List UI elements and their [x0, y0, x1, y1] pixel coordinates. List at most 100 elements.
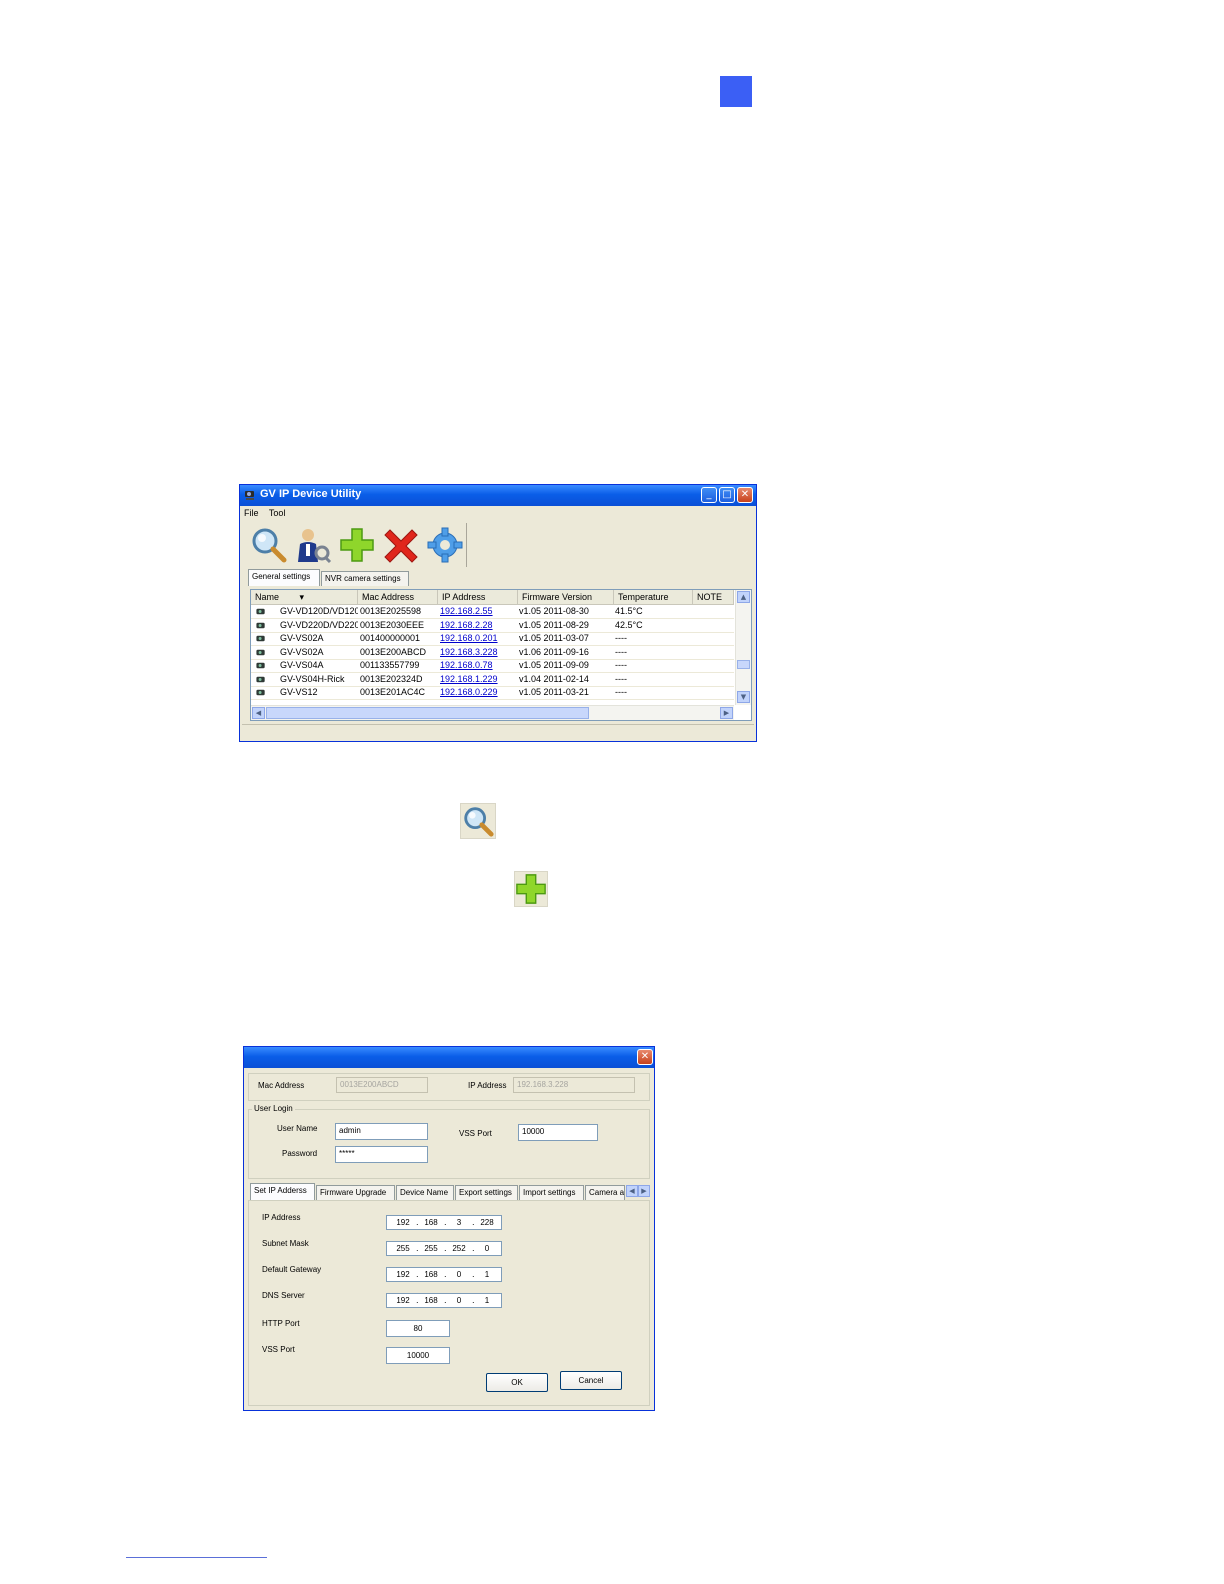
delete-icon[interactable] [382, 526, 420, 564]
cell-mac: 0013E200ABCD [360, 646, 427, 657]
table-row[interactable]: GV-VS02A 001400000001 192.168.0.201 v1.05 2… [251, 632, 734, 646]
ip-octet[interactable]: 192 [393, 1216, 413, 1230]
table-row[interactable]: GV-VS04A 001133557799 192.168.0.78 v1.05 20… [251, 659, 734, 673]
column-temperature[interactable]: Temperature [614, 590, 693, 604]
ip-octet[interactable]: 192 [393, 1268, 413, 1282]
cancel-button[interactable]: Cancel [560, 1371, 622, 1390]
cell-name: GV-VS04A [280, 660, 324, 670]
menu-file[interactable]: File [244, 508, 259, 518]
device-icon [256, 649, 265, 655]
cell-ip[interactable]: 192.168.1.229 [440, 673, 518, 686]
close-button[interactable]: ✕ [737, 487, 753, 503]
table-row[interactable]: GV-VD220D/VD220 0013E2030EEE 192.168.2.28 v… [251, 619, 734, 633]
ip-address-label: IP Address [468, 1081, 507, 1090]
gear-icon[interactable] [426, 526, 464, 564]
cell-name: GV-VD220D/VD220 [280, 619, 358, 630]
title-bar[interactable]: GV IP Device Utility _ □ ✕ [240, 485, 756, 506]
ip-address-input[interactable]: 192. 168. 0. 1 [386, 1267, 502, 1282]
ip-dot: . [444, 1244, 447, 1253]
username-input[interactable]: admin [335, 1123, 428, 1140]
ip-octet[interactable]: 192 [393, 1294, 413, 1308]
ip-octet[interactable]: 255 [421, 1242, 441, 1256]
column-name[interactable]: Name ▾ [251, 590, 358, 604]
tab-scroll-right[interactable]: ▶ [638, 1185, 650, 1197]
ip-octet[interactable]: 0 [477, 1242, 497, 1256]
cell-mac: 0013E2025598 [360, 606, 422, 616]
horizontal-scroll-thumb[interactable] [266, 707, 589, 719]
table-row[interactable]: GV-VD120D/VD120D 0013E2025598 192.168.2.55… [251, 605, 734, 619]
tab-nvr-camera-settings[interactable]: NVR camera settings [321, 571, 409, 586]
ip-octet[interactable]: 3 [449, 1216, 469, 1230]
tab-scroll-left[interactable]: ◀ [626, 1185, 638, 1197]
ip-address-input[interactable]: 192. 168. 3. 228 [386, 1215, 502, 1230]
tab-camera[interactable]: Camera a [585, 1185, 625, 1200]
tab-firmware-upgrade[interactable]: Firmware Upgrade [316, 1185, 395, 1200]
tab-import-settings[interactable]: Import settings [519, 1185, 584, 1200]
add-icon[interactable] [338, 526, 376, 564]
menu-tool[interactable]: Tool [269, 508, 286, 518]
ip-address-input[interactable]: 192. 168. 0. 1 [386, 1293, 502, 1308]
ip-device-utility-window: GV IP Device Utility _ □ ✕ File Tool Gen… [239, 484, 757, 742]
cell-ip[interactable]: 192.168.0.78 [440, 659, 518, 672]
column-note[interactable]: NOTE [693, 590, 734, 604]
camera-app-icon [245, 491, 254, 500]
ip-octet[interactable]: 1 [477, 1268, 497, 1282]
ip-octet[interactable]: 0 [449, 1268, 469, 1282]
dialog-title-bar[interactable]: ✕ [244, 1047, 654, 1068]
scroll-down-button[interactable]: ▼ [737, 691, 750, 703]
http-port-input[interactable]: 80 [386, 1320, 450, 1337]
horizontal-scrollbar[interactable]: ◀ ▶ [251, 705, 734, 720]
column-ip[interactable]: IP Address [438, 590, 518, 604]
scroll-up-button[interactable]: ▲ [737, 591, 750, 603]
ok-button[interactable]: OK [486, 1373, 548, 1392]
user-settings-icon[interactable] [294, 526, 332, 564]
tab-general-settings[interactable]: General settings [248, 569, 320, 586]
username-label: User Name [277, 1124, 318, 1133]
device-settings-dialog: ✕ Mac Address 0013E200ABCD IP Address 19… [243, 1046, 655, 1411]
password-input[interactable]: ***** [335, 1146, 428, 1163]
ip-octet[interactable]: 255 [393, 1242, 413, 1256]
scroll-right-button[interactable]: ▶ [720, 707, 733, 719]
tab-set-ip-address[interactable]: Set IP Adderss [250, 1183, 315, 1200]
cell-ip[interactable]: 192.168.3.228 [440, 646, 518, 659]
ip-octet[interactable]: 1 [477, 1294, 497, 1308]
table-row[interactable]: GV-VS02A 0013E200ABCD 192.168.3.228 v1.06 2… [251, 646, 734, 660]
scroll-left-button[interactable]: ◀ [252, 707, 265, 719]
ip-dot: . [444, 1296, 447, 1305]
maximize-button[interactable]: □ [719, 487, 735, 503]
cell-fw: v1.05 2011-03-07 [519, 633, 589, 643]
dialog-close-button[interactable]: ✕ [637, 1049, 653, 1065]
cell-fw: v1.06 2011-09-16 [519, 646, 589, 657]
status-bar [242, 724, 754, 739]
tab-device-name[interactable]: Device Name [396, 1185, 454, 1200]
cell-ip[interactable]: 192.168.0.201 [440, 632, 518, 645]
cell-temp: ---- [615, 673, 627, 684]
table-row[interactable]: GV-VS12 0013E201AC4C 192.168.0.229 v1.05 20… [251, 686, 734, 700]
cell-fw: v1.04 2011-02-14 [519, 673, 589, 684]
ip-octet[interactable]: 228 [477, 1216, 497, 1230]
vertical-scrollbar[interactable]: ▲ ▼ [735, 590, 751, 705]
tab-export-settings[interactable]: Export settings [455, 1185, 518, 1200]
vertical-scroll-thumb[interactable] [737, 660, 750, 669]
ip-octet[interactable]: 0 [449, 1294, 469, 1308]
device-list: Name ▾ Mac Address IP Address Firmware V… [250, 589, 752, 721]
vss-port-input[interactable]: 10000 [518, 1124, 598, 1141]
cell-ip[interactable]: 192.168.2.28 [440, 619, 518, 632]
ip-address-input[interactable]: 255. 255. 252. 0 [386, 1241, 502, 1256]
column-mac[interactable]: Mac Address [358, 590, 438, 604]
ip-octet[interactable]: 252 [449, 1242, 469, 1256]
ip-octet[interactable]: 168 [421, 1294, 441, 1308]
ip-octet[interactable]: 168 [421, 1268, 441, 1282]
cell-ip[interactable]: 192.168.2.55 [440, 605, 518, 618]
minimize-button[interactable]: _ [701, 487, 717, 503]
cell-name: GV-VS02A [280, 646, 324, 657]
search-icon[interactable] [250, 526, 288, 564]
cell-mac: 0013E201AC4C [360, 687, 426, 697]
cell-ip[interactable]: 192.168.0.229 [440, 686, 518, 699]
column-firmware[interactable]: Firmware Version [518, 590, 614, 604]
ip-octet[interactable]: 168 [421, 1216, 441, 1230]
vss-port2-input[interactable]: 10000 [386, 1347, 450, 1364]
table-row[interactable]: GV-VS04H-Rick 0013E202324D 192.168.1.229 v1… [251, 673, 734, 687]
cell-name: GV-VS04H-Rick [280, 673, 345, 684]
cell-mac: 0013E2030EEE [360, 619, 425, 630]
